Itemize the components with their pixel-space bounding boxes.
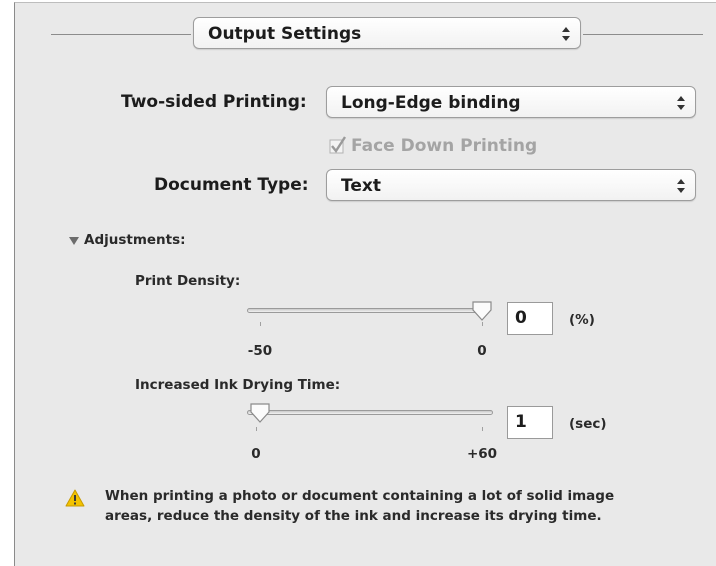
print-density-min-label: -50 [247, 343, 273, 359]
drying-time-label: Increased Ink Drying Time: [135, 377, 341, 393]
disclosure-triangle-down-icon [69, 237, 79, 245]
print-density-tick-min [260, 322, 261, 326]
header-divider-left [51, 34, 191, 35]
drying-time-max-label: +60 [466, 446, 498, 462]
adjustments-disclosure[interactable]: Adjustments: [69, 232, 229, 252]
two-sided-printing-label: Two-sided Printing: [121, 92, 307, 112]
two-sided-printing-value: Long-Edge binding [341, 93, 521, 113]
print-density-tick-max [482, 322, 483, 326]
print-density-unit: (%) [569, 312, 595, 328]
drying-time-min-label: 0 [251, 446, 261, 462]
warning-note-line-1: When printing a photo or document contai… [105, 488, 615, 504]
print-density-label: Print Density: [135, 273, 241, 289]
output-settings-popup-value: Output Settings [208, 24, 362, 44]
header-divider-right [583, 34, 703, 35]
output-settings-popup[interactable]: Output Settings [193, 17, 581, 49]
warning-note-line-2: areas, reduce the density of the ink and… [105, 508, 602, 524]
drying-time-tick-max [482, 427, 483, 431]
drying-time-field[interactable]: 1 [507, 406, 553, 439]
face-down-printing-checkbox[interactable]: Face Down Printing [329, 135, 569, 159]
popup-arrows-icon [677, 179, 685, 193]
checkmark-icon [329, 136, 347, 154]
warning-triangle-icon [65, 489, 85, 507]
document-type-value: Text [341, 176, 381, 196]
drying-time-slider-knob[interactable] [249, 403, 271, 423]
print-density-slider-track[interactable] [247, 308, 487, 313]
drying-time-slider-track[interactable] [247, 410, 493, 415]
output-settings-panel: Output Settings Two-sided Printing: Long… [14, 2, 716, 566]
print-density-slider-knob[interactable] [471, 301, 493, 321]
two-sided-printing-popup[interactable]: Long-Edge binding [326, 86, 696, 118]
face-down-printing-label: Face Down Printing [351, 136, 538, 156]
adjustments-label: Adjustments: [84, 232, 186, 248]
drying-time-tick-min [256, 427, 257, 431]
print-density-field[interactable]: 0 [507, 302, 553, 335]
warning-note: When printing a photo or document contai… [105, 486, 705, 526]
popup-arrows-icon [562, 27, 570, 41]
document-type-label: Document Type: [154, 175, 309, 195]
print-density-max-label: 0 [477, 343, 487, 359]
document-type-popup[interactable]: Text [326, 169, 696, 201]
popup-arrows-icon [677, 96, 685, 110]
drying-time-unit: (sec) [569, 416, 607, 432]
